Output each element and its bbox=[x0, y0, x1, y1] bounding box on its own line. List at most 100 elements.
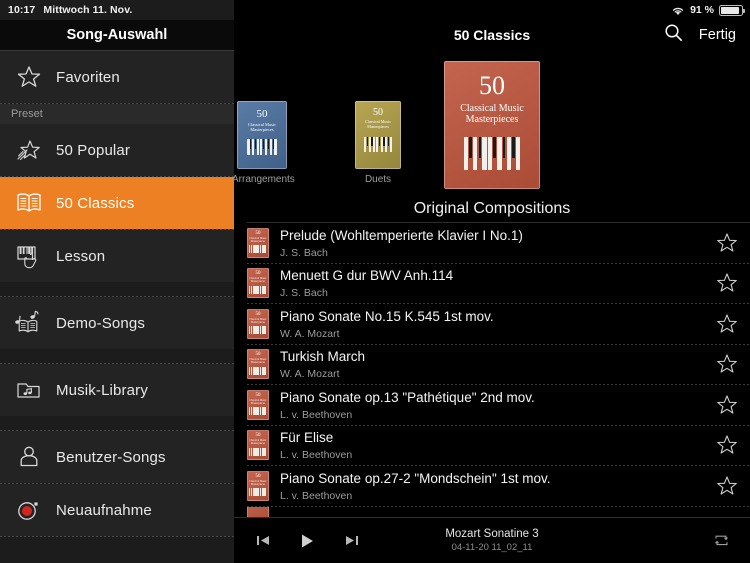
sidebar-item-50-classics[interactable]: 50 Classics bbox=[0, 177, 234, 229]
sidebar-list: Favoriten Preset 50 Popular 50 Classics … bbox=[0, 50, 234, 537]
repeat-icon[interactable] bbox=[710, 530, 732, 552]
shooting-star-icon bbox=[10, 134, 48, 166]
cover-caption-arrangements: Arrangements bbox=[234, 174, 295, 185]
sidebar-item-50-popular[interactable]: 50 Popular bbox=[0, 124, 234, 176]
song-title: Prelude (Wohltemperierte Klavier I No.1) bbox=[280, 227, 523, 243]
sidebar-item-musik-library[interactable]: Musik-Library bbox=[0, 364, 234, 416]
cover-subtitle-1: Classical Music bbox=[460, 102, 524, 114]
album-thumbnail: 50 Classical Music Masterpieces bbox=[247, 389, 269, 420]
cover-duets[interactable]: 50 Classical Music Masterpieces bbox=[355, 101, 401, 169]
song-title: Turkish March bbox=[280, 349, 366, 365]
main-navbar: 50 Classics Fertig bbox=[234, 20, 750, 50]
sidebar-item-lesson[interactable]: Lesson bbox=[0, 230, 234, 282]
record-icon bbox=[10, 494, 48, 526]
navbar-actions: Fertig bbox=[664, 23, 750, 47]
favorite-star-icon[interactable] bbox=[714, 311, 740, 337]
favorite-star-icon[interactable] bbox=[714, 270, 740, 296]
music-book-icon bbox=[10, 307, 48, 339]
song-artist: J. S. Bach bbox=[280, 246, 328, 259]
song-title: Für Elise bbox=[280, 430, 334, 446]
table-row[interactable]: 50 Classical Music Masterpieces Piano Son… bbox=[234, 466, 750, 506]
sidebar-item-label: Favoriten bbox=[56, 68, 120, 86]
table-row[interactable]: 50 Classical Music Masterpieces Menuett G… bbox=[234, 264, 750, 304]
table-row[interactable]: 50 bbox=[234, 506, 750, 517]
song-title: Menuett G dur BWV Anh.114 bbox=[280, 268, 454, 284]
favorite-star-icon[interactable] bbox=[714, 392, 740, 418]
sidebar-title: Song-Auswahl bbox=[0, 20, 234, 50]
main-panel: 50 Classics Fertig 50 Classical Music Ma… bbox=[234, 0, 750, 563]
done-button[interactable]: Fertig bbox=[699, 27, 736, 43]
sidebar-gap bbox=[0, 416, 234, 430]
sidebar-gap bbox=[0, 349, 234, 363]
table-row[interactable]: 50 Classical Music Masterpieces Prelude (… bbox=[234, 223, 750, 263]
song-title: Piano Sonate No.15 K.545 1st mov. bbox=[280, 308, 494, 324]
sidebar-item-label: 50 Classics bbox=[56, 194, 135, 212]
favorite-star-icon[interactable] bbox=[714, 473, 740, 499]
sidebar-item-label: Benutzer-Songs bbox=[56, 448, 166, 466]
song-artist: L. v. Beethoven bbox=[280, 408, 353, 421]
player-bar: Mozart Sonatine 3 04-11-20 11_02_11 bbox=[234, 517, 750, 563]
app-window: 10:17 Mittwoch 11. Nov. 91 % Song-Auswah… bbox=[0, 0, 750, 563]
song-meta: Turkish March W. A. Mozart bbox=[280, 348, 714, 380]
song-list[interactable]: 50 Classical Music Masterpieces Prelude (… bbox=[234, 222, 750, 517]
search-icon[interactable] bbox=[664, 23, 683, 47]
music-folder-icon bbox=[10, 374, 48, 406]
song-artist: W. A. Mozart bbox=[280, 327, 340, 340]
album-thumbnail: 50 Classical Music Masterpieces bbox=[247, 227, 269, 258]
sidebar-item-label: Demo-Songs bbox=[56, 314, 146, 332]
previous-track-icon[interactable] bbox=[252, 530, 274, 552]
song-meta: Menuett G dur BWV Anh.114 J. S. Bach bbox=[280, 267, 714, 299]
song-meta: Für Elise L. v. Beethoven bbox=[280, 429, 714, 461]
sidebar: Song-Auswahl Favoriten Preset 50 Popular… bbox=[0, 0, 234, 563]
album-thumbnail: 50 Classical Music Masterpieces bbox=[247, 470, 269, 501]
song-title: Piano Sonate op.13 "Pathétique" 2nd mov. bbox=[280, 389, 535, 405]
transport-controls bbox=[252, 530, 362, 552]
favorite-star-icon[interactable] bbox=[714, 432, 740, 458]
play-icon[interactable] bbox=[296, 530, 318, 552]
song-artist: J. S. Bach bbox=[280, 287, 328, 300]
sidebar-item-label: Lesson bbox=[56, 247, 106, 265]
song-meta: Piano Sonate No.15 K.545 1st mov. W. A. … bbox=[280, 308, 714, 340]
song-meta: Piano Sonate op.27-2 "Mondschein" 1st mo… bbox=[280, 470, 714, 502]
sidebar-item-benutzer-songs[interactable]: Benutzer-Songs bbox=[0, 431, 234, 483]
piano-keys-icon bbox=[247, 139, 277, 156]
song-artist: L. v. Beethoven bbox=[280, 489, 353, 502]
album-thumbnail: 50 Classical Music Masterpieces bbox=[247, 430, 269, 461]
favorite-star-icon[interactable] bbox=[714, 230, 740, 256]
sidebar-item-label: Neuaufnahme bbox=[56, 501, 152, 519]
sidebar-item-neuaufnahme[interactable]: Neuaufnahme bbox=[0, 484, 234, 536]
song-meta: Prelude (Wohltemperierte Klavier I No.1)… bbox=[280, 227, 714, 259]
next-track-icon[interactable] bbox=[340, 530, 362, 552]
cover-original-compositions[interactable]: 50 Classical Music Masterpieces bbox=[444, 61, 540, 189]
section-label: Preset bbox=[11, 108, 43, 120]
sidebar-item-label: Musik-Library bbox=[56, 381, 148, 399]
sidebar-item-demo-songs[interactable]: Demo-Songs bbox=[0, 297, 234, 349]
song-artist: L. v. Beethoven bbox=[280, 449, 353, 462]
album-thumbnail: 50 Classical Music Masterpieces bbox=[247, 349, 269, 380]
album-thumbnail: 50 Classical Music Masterpieces bbox=[247, 268, 269, 299]
table-row[interactable]: 50 Classical Music Masterpieces Für Elise… bbox=[234, 426, 750, 466]
favorite-star-icon[interactable] bbox=[714, 351, 740, 377]
table-row[interactable]: 50 Classical Music Masterpieces Turkish M… bbox=[234, 345, 750, 385]
cover-title-number: 50 bbox=[256, 108, 268, 120]
album-thumbnail: 50 bbox=[247, 506, 269, 517]
sidebar-gap bbox=[0, 282, 234, 296]
carousel-caption: Original Compositions bbox=[413, 200, 571, 217]
album-thumbnail: 50 Classical Music Masterpieces bbox=[247, 308, 269, 339]
divider bbox=[0, 536, 234, 537]
cover-title-number: 50 bbox=[479, 70, 505, 100]
open-book-icon bbox=[10, 187, 48, 219]
piano-keys-icon bbox=[363, 136, 393, 152]
song-title: Piano Sonate op.27-2 "Mondschein" 1st mo… bbox=[280, 470, 551, 486]
cover-caption-duets: Duets bbox=[364, 174, 392, 185]
cover-carousel[interactable]: 50 Classical Music Masterpieces Arrangem… bbox=[234, 50, 750, 222]
cover-subtitle-2: Masterpieces bbox=[250, 127, 274, 133]
cover-subtitle-2: Masterpieces bbox=[465, 114, 519, 126]
sidebar-item-favoriten[interactable]: Favoriten bbox=[0, 51, 234, 103]
table-row[interactable]: 50 Classical Music Masterpieces Piano Son… bbox=[234, 304, 750, 344]
sidebar-item-label: 50 Popular bbox=[56, 141, 131, 159]
cover-subtitle-2: Masterpieces bbox=[367, 124, 389, 130]
cover-arrangements[interactable]: 50 Classical Music Masterpieces bbox=[237, 101, 287, 169]
star-outline-icon bbox=[10, 61, 48, 93]
table-row[interactable]: 50 Classical Music Masterpieces Piano Son… bbox=[234, 385, 750, 425]
